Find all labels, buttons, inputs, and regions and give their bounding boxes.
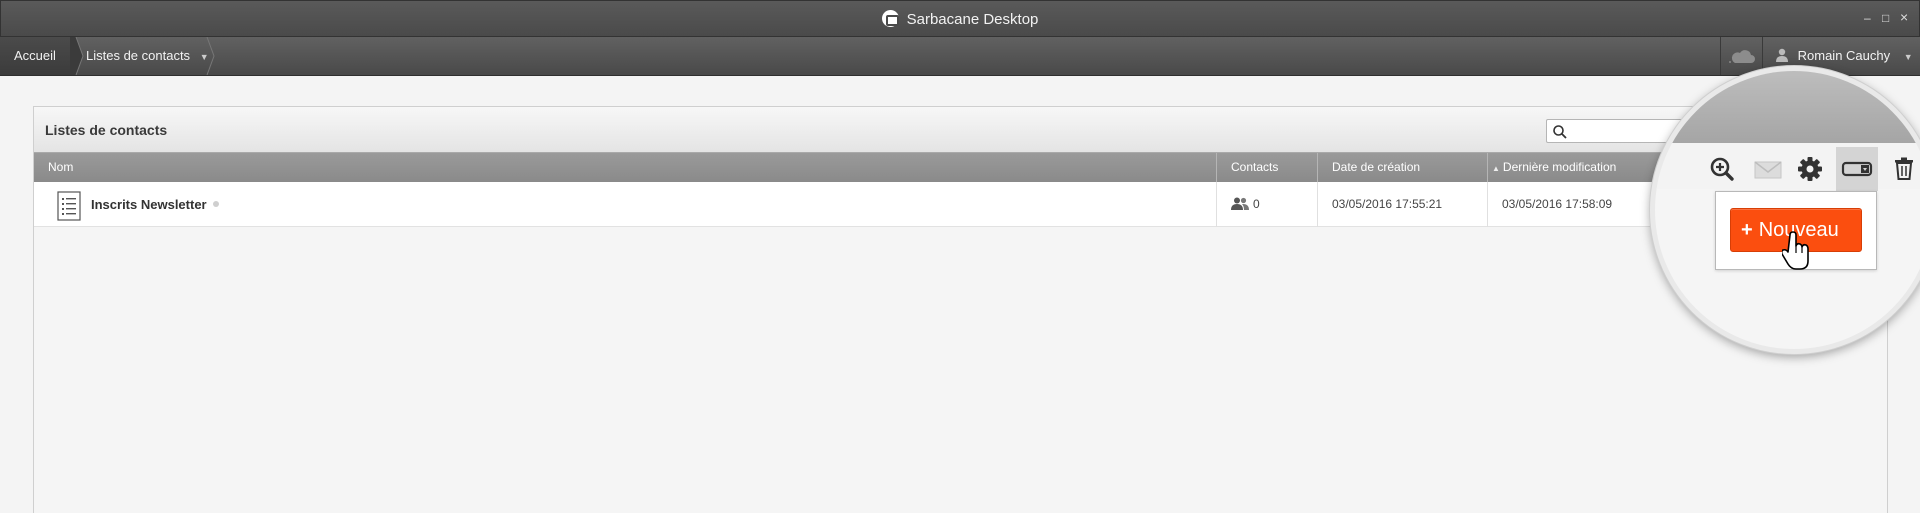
search-icon: [1553, 125, 1567, 139]
action-toolbar: [1655, 143, 1920, 189]
breadcrumb-current-label: Listes de contacts: [86, 48, 191, 63]
gear-icon: [1798, 157, 1822, 181]
delete-button[interactable]: [1886, 151, 1920, 187]
column-contacts[interactable]: Contacts: [1216, 153, 1317, 182]
mail-icon: [1754, 161, 1782, 179]
cell-name: Inscrits Newsletter: [34, 182, 1216, 227]
list-name: Inscrits Newsletter: [91, 197, 207, 212]
contact-lists-panel: Listes de contacts Nom Contacts Date de …: [33, 106, 1888, 513]
breadcrumb-current[interactable]: Listes de contacts ▼: [72, 37, 209, 75]
app-logo-icon: [881, 10, 899, 27]
send-email-button[interactable]: [1750, 151, 1786, 187]
panel-header: Listes de contacts: [34, 107, 1887, 153]
title-bar: Sarbacane Desktop – □ ×: [0, 0, 1920, 37]
trash-icon: [1895, 157, 1913, 180]
cloud-icon: [1729, 50, 1755, 63]
minimize-button[interactable]: –: [1864, 11, 1871, 25]
window-title: Sarbacane Desktop: [1, 10, 1919, 28]
breadcrumb-end-separator: [206, 37, 220, 75]
table-header: Nom Contacts Date de création ▲ Dernière …: [34, 153, 1887, 182]
plus-icon: +: [1741, 219, 1753, 241]
user-name: Romain Cauchy: [1797, 48, 1891, 63]
contacts-icon: [1231, 197, 1249, 210]
new-menu-toggle[interactable]: [1836, 147, 1878, 191]
hand-cursor-icon: [1782, 231, 1809, 270]
status-dot: [212, 201, 219, 207]
toggle-list-icon: [1841, 161, 1873, 177]
zoom-header-band: [1655, 71, 1920, 143]
breadcrumb-home[interactable]: Accueil: [0, 37, 70, 75]
sort-asc-icon: ▲: [1492, 164, 1500, 173]
zoom-in-button[interactable]: [1704, 151, 1740, 187]
cloud-sync-button[interactable]: [1720, 37, 1762, 75]
column-name[interactable]: Nom: [34, 153, 1216, 182]
table-row[interactable]: Inscrits Newsletter 0 03/05/2016 17:55:2…: [34, 182, 1887, 227]
zoom-callout: + Nouveau: [1650, 66, 1920, 354]
zoom-in-icon: [1710, 157, 1734, 181]
settings-button[interactable]: [1792, 151, 1828, 187]
chevron-down-icon: ▼: [1903, 52, 1913, 62]
panel-title: Listes de contacts: [45, 122, 168, 138]
cell-contacts: 0: [1216, 182, 1317, 227]
close-button[interactable]: ×: [1900, 9, 1908, 25]
nav-bar: Accueil Listes de contacts ▼ Romain Cauc…: [0, 37, 1920, 76]
maximize-button[interactable]: □: [1882, 11, 1889, 25]
contact-list-icon: [57, 191, 81, 221]
column-created[interactable]: Date de création: [1317, 153, 1487, 182]
contacts-count: 0: [1253, 197, 1260, 211]
user-icon: [1776, 48, 1788, 62]
cell-created: 03/05/2016 17:55:21: [1317, 182, 1487, 227]
column-modified-label: Dernière modification: [1502, 160, 1617, 174]
app-title-text: Sarbacane Desktop: [906, 11, 1039, 28]
